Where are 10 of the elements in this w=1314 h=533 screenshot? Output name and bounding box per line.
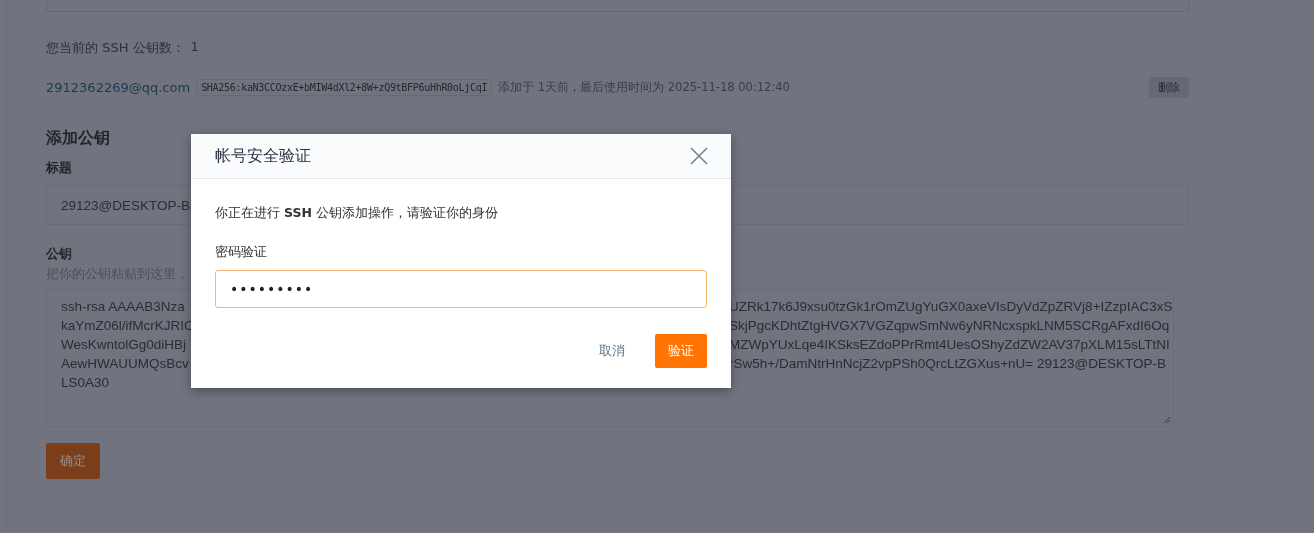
field-label: 标题 <box>46 159 72 177</box>
key-fingerprint: SHA256:kaN3CCOzxE+bMIW4dXl2+8W+zQ9tBFP6uHhR0oLjCqI <box>196 79 493 96</box>
field-label: 密码验证 <box>215 244 268 261</box>
key-count: 1 <box>190 39 199 56</box>
dialog-title: 帐号安全验证 <box>215 145 311 167</box>
key-count-label: 您当前的 SSH 公钥数： <box>46 39 185 57</box>
key-email: 2912362269@qq.com <box>46 80 191 95</box>
dialog-message: 你正在进行 SSH 公钥添加操作，请验证你的身份 <box>215 205 499 222</box>
section-heading: 添加公钥 <box>46 128 111 149</box>
field-label: 公钥 <box>46 245 72 263</box>
